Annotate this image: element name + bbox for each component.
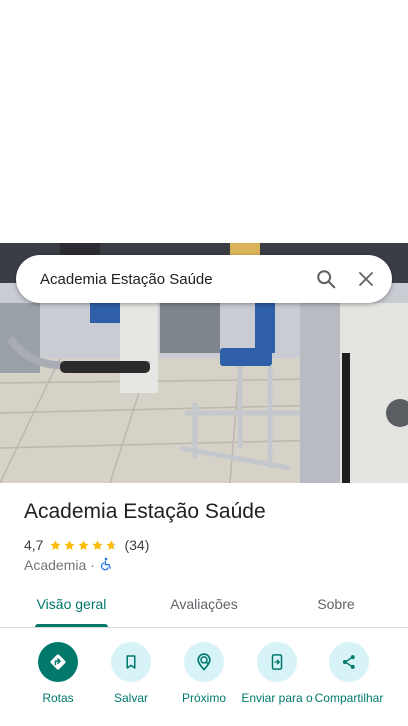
- save-label: Salvar: [113, 691, 148, 705]
- star-icon: [78, 539, 90, 550]
- save-button[interactable]: Salvar: [91, 640, 171, 705]
- review-count[interactable]: (34): [124, 537, 149, 553]
- bookmark-icon: [111, 642, 151, 682]
- nearby-label: Próximo: [181, 691, 226, 705]
- place-category: Academia: [24, 557, 87, 573]
- search-icon[interactable]: [306, 259, 346, 299]
- star-icon: [50, 539, 62, 550]
- directions-button[interactable]: Rotas: [18, 640, 98, 705]
- send-to-phone-label: Enviar para o: [241, 691, 313, 705]
- place-title: Academia Estação Saúde: [24, 500, 266, 523]
- star-icon: [64, 539, 76, 550]
- nearby-button[interactable]: Próximo: [164, 640, 244, 705]
- star-rating: [49, 539, 119, 552]
- star-icon: [92, 539, 104, 550]
- tab-overview[interactable]: Visão geral: [35, 584, 108, 627]
- category-row: Academia ·: [24, 556, 113, 574]
- nearby-icon: [184, 642, 224, 682]
- star-icon: [106, 539, 118, 550]
- active-tab-indicator: [35, 624, 108, 627]
- search-bar[interactable]: Academia Estação Saúde: [16, 255, 392, 303]
- action-bar: Rotas Salvar Próximo Enviar para o Compa…: [0, 640, 408, 726]
- close-icon[interactable]: [346, 259, 386, 299]
- tab-about[interactable]: Sobre: [313, 584, 359, 627]
- place-tabs: Visão geral Avaliações Sobre: [0, 584, 408, 628]
- directions-icon: [38, 642, 78, 682]
- send-to-phone-button[interactable]: Enviar para o: [237, 640, 317, 705]
- wheelchair-accessible-icon: [99, 557, 113, 574]
- rating-row[interactable]: 4,7 (34): [24, 536, 149, 554]
- tab-reviews[interactable]: Avaliações: [166, 584, 242, 627]
- search-input[interactable]: Academia Estação Saúde: [40, 271, 306, 288]
- share-button[interactable]: Compartilhar: [309, 640, 389, 705]
- directions-label: Rotas: [42, 691, 74, 705]
- map-area[interactable]: [0, 0, 408, 243]
- send-to-phone-icon: [257, 642, 297, 682]
- rating-value: 4,7: [24, 537, 44, 553]
- share-label: Compartilhar: [314, 691, 384, 705]
- separator-dot: ·: [90, 557, 95, 573]
- share-icon: [329, 642, 369, 682]
